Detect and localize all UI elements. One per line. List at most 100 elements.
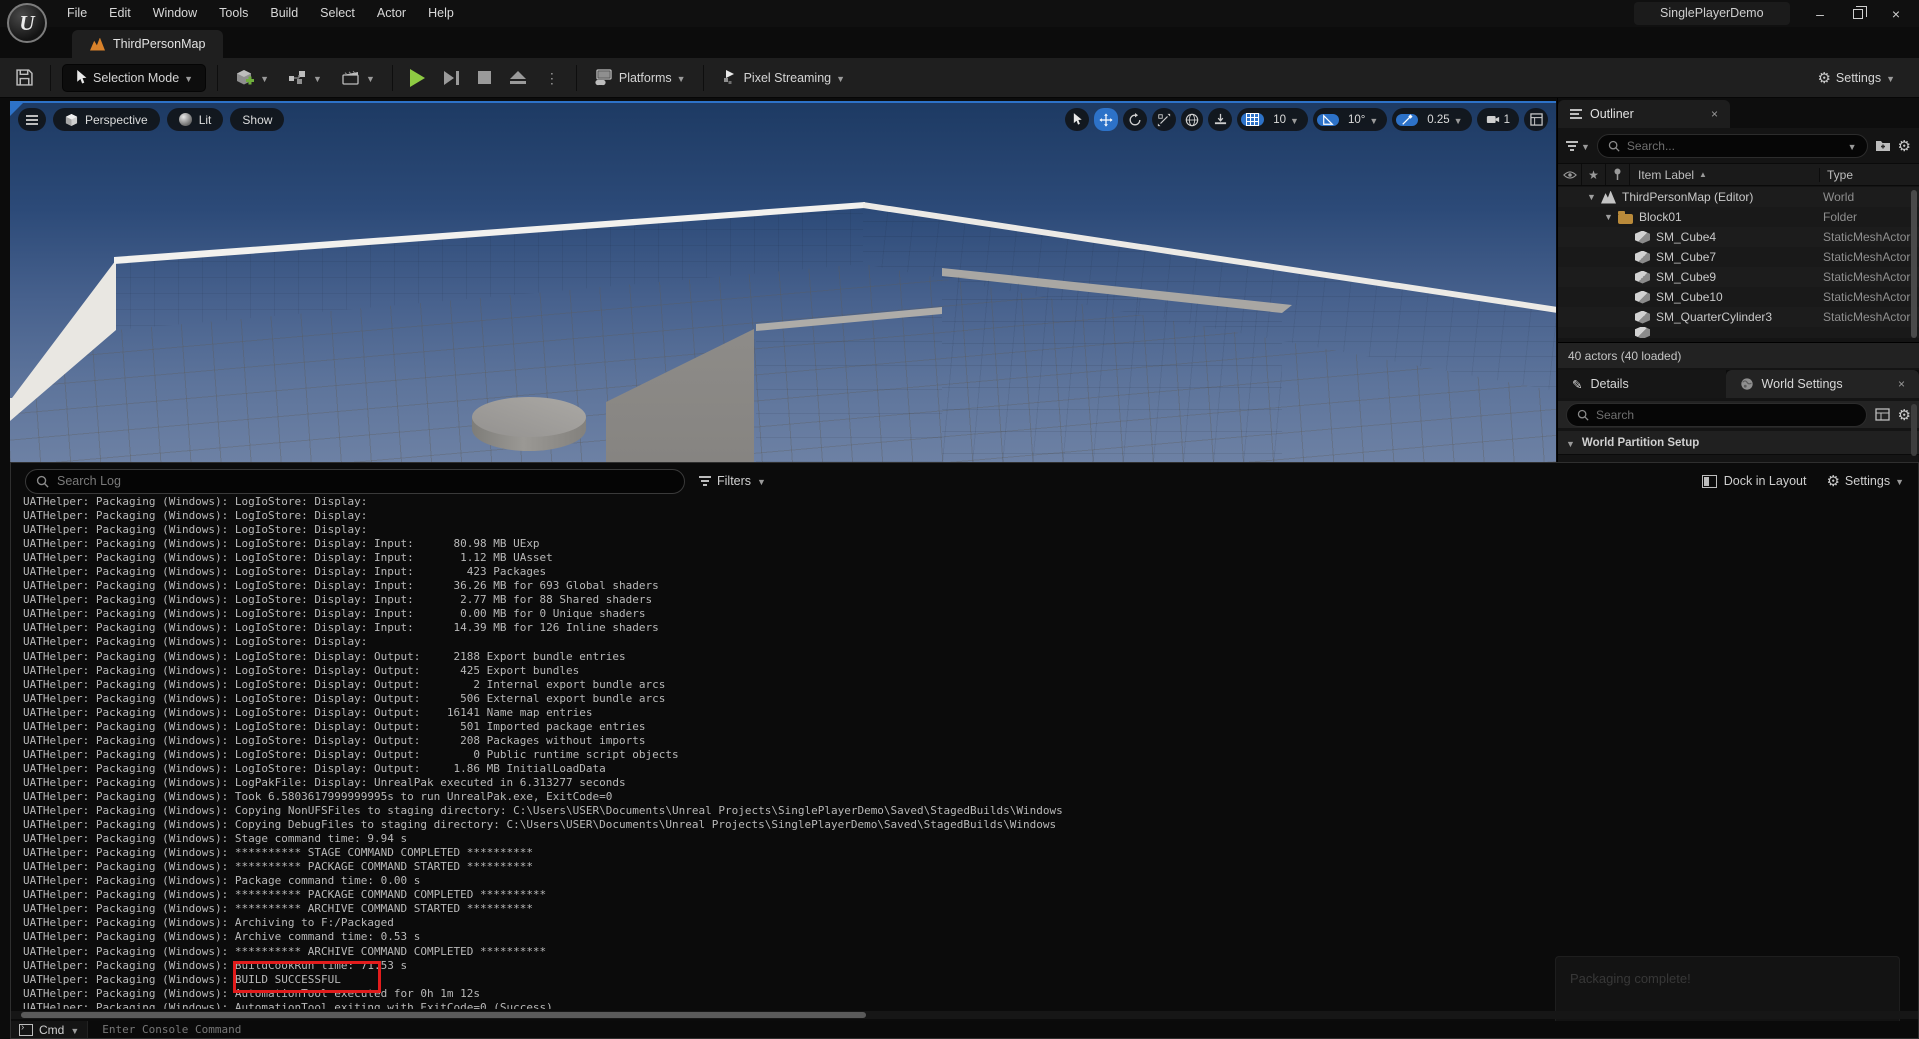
tab-details[interactable]: ✎ Details	[1558, 370, 1726, 398]
visibility-column-button[interactable]	[1558, 164, 1582, 185]
tab-thirdpersonmap[interactable]: ThirdPersonMap	[72, 30, 223, 58]
save-button[interactable]	[10, 63, 39, 93]
rotation-snap-value[interactable]: 10°▼	[1343, 114, 1383, 126]
camera-speed-button[interactable]: 1	[1481, 114, 1515, 126]
outliner-search-input[interactable]: Search... ▼	[1597, 134, 1868, 158]
save-icon	[16, 69, 33, 86]
outliner-scrollbar[interactable]	[1911, 190, 1917, 338]
play-options-button[interactable]: ⋮	[539, 63, 565, 93]
close-icon[interactable]: ×	[1898, 377, 1905, 391]
surface-snapping-button[interactable]	[1208, 108, 1232, 131]
menu-item[interactable]: Tools	[208, 0, 259, 27]
actor-label: ThirdPersonMap (Editor)	[1622, 190, 1753, 204]
tab-label: ThirdPersonMap	[113, 37, 205, 51]
menu-item[interactable]: Help	[417, 0, 465, 27]
outliner-filter-button[interactable]: ▼	[1566, 141, 1590, 151]
scrollbar-thumb[interactable]	[21, 1012, 866, 1018]
pencil-icon: ✎	[1572, 377, 1582, 392]
pixel-streaming-dropdown[interactable]: Pixel Streaming ▼	[715, 63, 851, 93]
platforms-dropdown[interactable]: Platforms ▼	[588, 63, 692, 93]
menu-item[interactable]: Window	[142, 0, 208, 27]
log-search-input[interactable]: Search Log	[25, 469, 685, 494]
grid-snap-toggle[interactable]	[1241, 113, 1264, 126]
outliner-row[interactable]: ▼ ThirdPersonMap (Editor) World	[1558, 187, 1919, 207]
outliner-search-row: ▼ Search... ▼ ⚙	[1558, 132, 1919, 159]
selection-mode-dropdown[interactable]: Selection Mode ▼	[62, 64, 206, 92]
vertical-dots-icon: ⋮	[545, 73, 559, 83]
close-button[interactable]: ×	[1877, 0, 1915, 27]
close-icon[interactable]: ×	[1711, 107, 1718, 121]
cinematics-dropdown[interactable]: ▼	[335, 63, 381, 93]
add-actor-dropdown[interactable]: ▼	[229, 63, 275, 93]
globe-icon	[1185, 113, 1199, 127]
outliner-row[interactable]: ▼ Block01 Folder	[1558, 207, 1919, 227]
log-filters-dropdown[interactable]: Filters ▼	[699, 474, 766, 488]
eject-button[interactable]	[504, 63, 532, 93]
log-output[interactable]: UATHelper: Packaging (Windows): LogIoSto…	[11, 495, 1918, 1009]
log-settings-dropdown[interactable]: ⚙ Settings ▼	[1826, 472, 1904, 490]
outliner-row[interactable]: ▼ SM_Cube7 StaticMeshActor	[1558, 247, 1919, 267]
details-scrollbar[interactable]	[1911, 404, 1917, 456]
settings-dropdown[interactable]: ⚙ Settings ▼	[1811, 63, 1901, 93]
menu-item[interactable]: Actor	[366, 0, 417, 27]
rotate-tool-button[interactable]	[1123, 108, 1147, 131]
select-tool-button[interactable]	[1065, 108, 1089, 131]
item-label-column-header[interactable]: Item Label ▲	[1630, 168, 1819, 182]
expand-chevron[interactable]: ▼	[1604, 212, 1618, 222]
expand-chevron[interactable]: ▼	[1587, 192, 1601, 202]
cmd-dropdown[interactable]: Cmd ▼	[11, 1023, 87, 1037]
lit-sphere-icon	[179, 113, 192, 126]
world-partition-section[interactable]: ▼ World Partition Setup	[1558, 431, 1919, 455]
dock-in-layout-button[interactable]: Dock in Layout	[1702, 474, 1807, 488]
outliner-row[interactable]: ▼	[1558, 327, 1919, 338]
lit-dropdown[interactable]: Lit	[167, 108, 224, 131]
perspective-label: Perspective	[85, 113, 148, 127]
log-horizontal-scrollbar[interactable]	[11, 1011, 1918, 1019]
play-button[interactable]	[404, 63, 431, 93]
pin-column-button[interactable]	[1606, 164, 1630, 185]
scale-snap-toggle[interactable]	[1396, 114, 1418, 126]
details-settings-button[interactable]: ⚙	[1898, 406, 1911, 424]
maximize-button[interactable]	[1839, 0, 1877, 27]
scale-snap-value[interactable]: 0.25▼	[1422, 114, 1467, 126]
sort-ascending-icon: ▲	[1699, 170, 1707, 179]
move-tool-button[interactable]	[1094, 108, 1118, 131]
viewport-options-button[interactable]	[18, 108, 46, 131]
frame-skip-button[interactable]	[438, 63, 465, 93]
actor-type-icon	[1635, 251, 1650, 264]
perspective-dropdown[interactable]: Perspective	[53, 108, 160, 131]
actor-type-icon	[1635, 291, 1650, 304]
stop-button[interactable]	[472, 63, 497, 93]
blueprints-dropdown[interactable]: ▼	[282, 63, 328, 93]
selection-mode-label: Selection Mode	[93, 71, 179, 85]
outliner-row[interactable]: ▼ SM_QuarterCylinder3 StaticMeshActor	[1558, 307, 1919, 327]
menu-item[interactable]: Edit	[98, 0, 142, 27]
window-controls: – ×	[1801, 0, 1915, 27]
outliner-row[interactable]: ▼ SM_Cube10 StaticMeshActor	[1558, 287, 1919, 307]
favorite-column-button[interactable]: ★	[1582, 164, 1606, 185]
tab-outliner[interactable]: Outliner ×	[1558, 100, 1730, 128]
menu-item[interactable]: Select	[309, 0, 366, 27]
rotation-snap-toggle[interactable]	[1317, 114, 1339, 126]
type-column-header[interactable]: Type	[1819, 168, 1919, 182]
menu-item[interactable]: Build	[259, 0, 309, 27]
console-command-input[interactable]: Enter Console Command	[87, 1021, 1918, 1038]
grid-snap-group: 10▼	[1237, 108, 1308, 131]
maximize-viewport-button[interactable]	[1524, 108, 1548, 131]
details-search-input[interactable]: Search	[1566, 403, 1867, 427]
grid-snap-value[interactable]: 10▼	[1268, 114, 1304, 126]
display-filter-button[interactable]	[1875, 408, 1890, 421]
world-globe-icon	[1740, 377, 1754, 391]
menu-item[interactable]: File	[56, 0, 98, 27]
toolbar-separator	[703, 65, 704, 91]
outliner-row[interactable]: ▼ SM_Cube4 StaticMeshActor	[1558, 227, 1919, 247]
show-dropdown[interactable]: Show	[230, 108, 284, 131]
tab-world-settings[interactable]: World Settings ×	[1726, 370, 1919, 398]
coordinate-system-toggle[interactable]	[1181, 108, 1203, 131]
add-folder-button[interactable]	[1875, 139, 1891, 152]
viewport-canvas[interactable]: Perspective Lit Show	[10, 101, 1556, 462]
scale-tool-button[interactable]	[1152, 108, 1176, 131]
outliner-settings-button[interactable]: ⚙	[1898, 137, 1911, 155]
outliner-row[interactable]: ▼ SM_Cube9 StaticMeshActor	[1558, 267, 1919, 287]
minimize-button[interactable]: –	[1801, 0, 1839, 27]
